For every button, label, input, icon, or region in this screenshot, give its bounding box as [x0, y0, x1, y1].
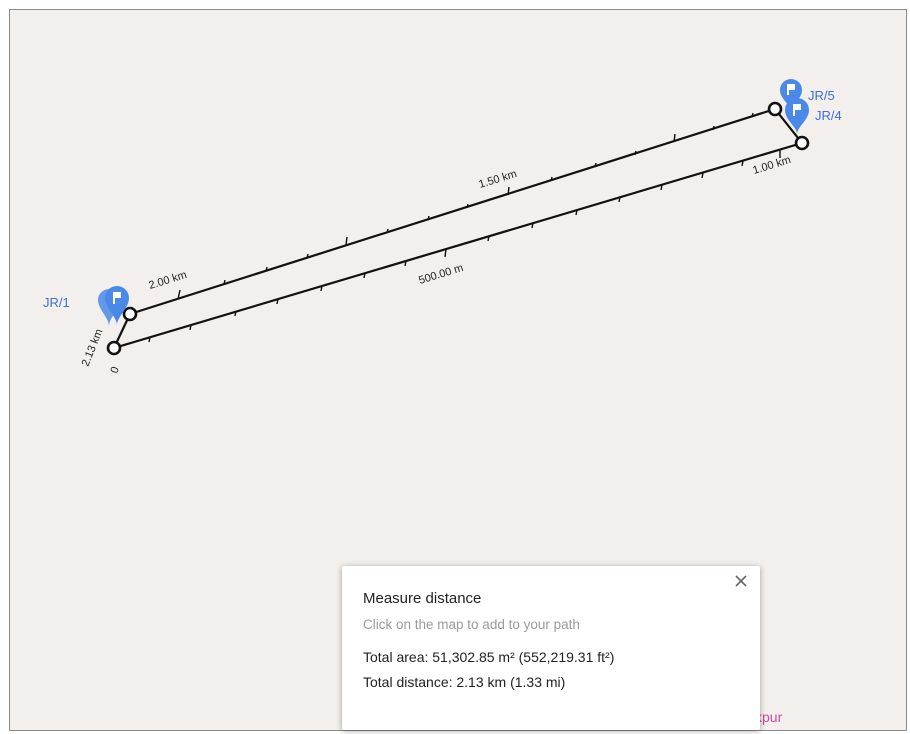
marker-label-jr5: JR/5 — [808, 88, 835, 103]
total-area: Total area: 51,302.85 m² (552,219.31 ft²… — [363, 649, 615, 665]
path-segment-bottom — [113, 141, 803, 350]
distance-label-total: 2.13 km — [80, 327, 106, 368]
marker-jr1[interactable]: JR/1 — [43, 286, 129, 326]
measure-distance-panel: Measure distance Click on the map to add… — [342, 566, 760, 730]
vertex-handle[interactable] — [767, 101, 783, 117]
total-distance: Total distance: 2.13 km (1.33 mi) — [363, 674, 566, 690]
marker-label-jr4: JR/4 — [815, 108, 842, 123]
marker-jr4[interactable]: JR/4 — [785, 98, 842, 134]
distance-label-1-5km: 1.50 km — [477, 168, 518, 191]
path-vertices — [106, 101, 810, 356]
distance-label-2km: 2.00 km — [147, 269, 188, 292]
panel-hint: Click on the map to add to your path — [363, 617, 580, 632]
close-icon — [735, 575, 747, 587]
distance-label-500m: 500.00 m — [417, 262, 464, 287]
marker-label-jr1: JR/1 — [43, 295, 70, 310]
path-segment-top — [129, 107, 776, 316]
close-button[interactable] — [730, 570, 752, 592]
measure-path — [113, 107, 803, 350]
vertex-handle[interactable] — [122, 306, 138, 322]
map-pin-icon — [785, 98, 809, 134]
vertex-handle[interactable] — [794, 135, 810, 151]
panel-title: Measure distance — [363, 590, 482, 607]
distance-label-zero: 0 — [109, 365, 122, 375]
vertex-handle[interactable] — [106, 340, 122, 356]
